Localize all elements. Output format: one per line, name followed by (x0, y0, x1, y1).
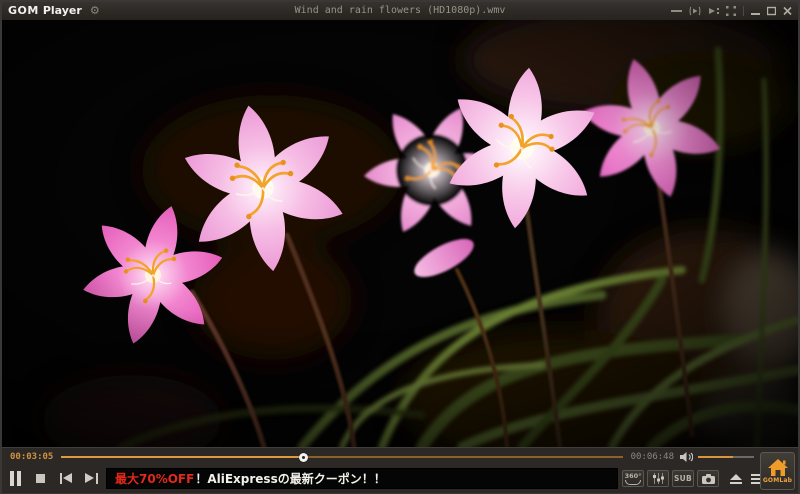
pin-button[interactable] (671, 6, 682, 16)
eject-button[interactable] (730, 474, 742, 484)
stop-button[interactable] (36, 474, 45, 483)
seek-row: 00:03:05 00:06:48 (2, 448, 798, 465)
gomlab-button[interactable]: GOMLab (760, 452, 795, 490)
total-time-label: 00:06:48 (631, 452, 674, 462)
window-title: Wind and rain flowers (HD1080p).wmv (295, 2, 506, 20)
sliders-icon (652, 473, 665, 484)
gom-player-window: GOM Player ⚙ Wind and rain flowers (HD10… (0, 0, 800, 494)
speaker-icon (680, 452, 693, 462)
mute-toggle-button[interactable] (680, 452, 693, 462)
titlebar-separator (743, 6, 744, 16)
seek-progress (61, 456, 302, 458)
pause-button[interactable] (10, 471, 21, 486)
ad-banner[interactable]: 最大70%OFF ！AliExpressの最新クーポン！！ (106, 468, 618, 489)
subtitle-label: SUB (674, 474, 692, 483)
vr-360-label: 360° (625, 473, 642, 479)
current-time-label: 00:03:05 (10, 452, 53, 462)
home-icon (768, 459, 788, 476)
camera-icon (702, 474, 715, 484)
eject-icon (730, 474, 742, 480)
close-button[interactable] (783, 6, 792, 16)
volume-slider[interactable] (698, 452, 754, 461)
video-frame-flowers (2, 20, 798, 447)
maximize-icon (767, 6, 776, 16)
fullscreen-icon (726, 6, 736, 16)
titlebar[interactable]: GOM Player ⚙ Wind and rain flowers (HD10… (2, 2, 798, 20)
control-panel-button[interactable] (689, 6, 701, 16)
playlist-icon (708, 6, 719, 16)
previous-button[interactable] (60, 473, 73, 484)
volume-fill (698, 456, 733, 458)
gomlab-label: GOMLab (763, 477, 792, 484)
vr-arc-icon (625, 480, 641, 485)
preferences-gear-icon[interactable]: ⚙ (90, 2, 100, 20)
seek-bar[interactable] (61, 452, 622, 461)
bottom-bar: 00:03:05 00:06:48 (2, 447, 798, 493)
close-icon (783, 6, 792, 16)
video-area[interactable] (2, 20, 798, 447)
controls-row: 最大70%OFF ！AliExpressの最新クーポン！！ 360° SUB (2, 465, 798, 492)
app-logo: GOM Player (8, 2, 82, 20)
subtitle-button[interactable]: SUB (672, 470, 694, 487)
app-logo-player: Player (43, 2, 82, 20)
app-logo-gom: GOM (8, 2, 39, 20)
ad-highlight: 最大70%OFF (115, 470, 194, 487)
next-icon (85, 473, 94, 483)
pin-icon (671, 6, 682, 16)
minimize-button[interactable] (751, 6, 760, 16)
control-panel-button-bottom[interactable] (647, 470, 669, 487)
next-button[interactable] (85, 473, 98, 484)
fullscreen-button[interactable] (726, 6, 736, 16)
snapshot-button[interactable] (697, 470, 719, 487)
previous-icon (60, 473, 62, 484)
maximize-button[interactable] (767, 6, 776, 16)
ad-message: ！AliExpressの最新クーポン！！ (195, 470, 385, 487)
playlist-button[interactable] (708, 6, 719, 16)
control-panel-icon (689, 6, 701, 16)
vr-360-button[interactable]: 360° (622, 470, 644, 487)
seek-knob[interactable] (299, 453, 308, 462)
minimize-icon (751, 6, 760, 16)
